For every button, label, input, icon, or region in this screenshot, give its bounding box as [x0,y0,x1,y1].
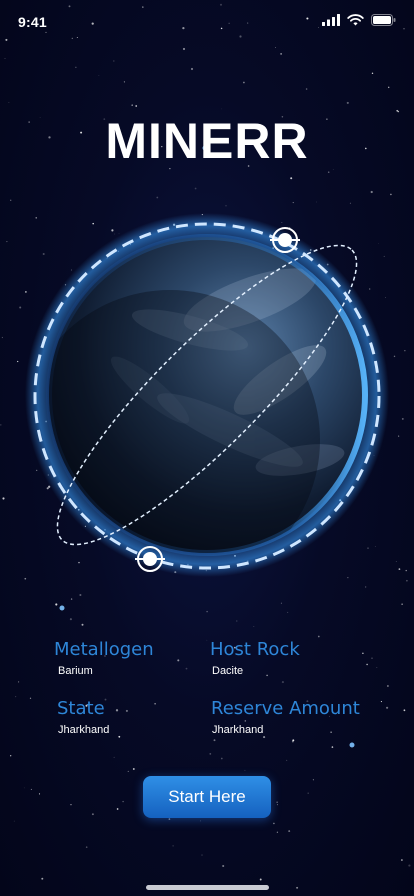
star [30,788,32,790]
star [98,75,100,76]
star [222,864,225,868]
star [122,800,124,803]
star [280,602,282,604]
star [220,757,223,760]
metallogen-value: Barium [58,665,93,677]
star [201,854,203,856]
star [41,877,44,880]
star [370,190,373,194]
star [305,88,308,90]
star [288,830,291,833]
signal-icon [322,13,340,31]
star [69,618,72,621]
star [236,620,238,622]
star [113,756,115,758]
star [287,611,289,613]
star [190,67,194,71]
star [200,820,201,822]
star [401,859,403,861]
star [10,755,12,757]
star [390,193,392,196]
star [276,801,278,803]
splash-screen: 9:41 MINERR Metallogen Barium Host Rock … [0,0,414,896]
battery-icon [371,13,396,31]
star [408,864,411,867]
mineral-info-section: Metallogen Barium Host Rock Dacite State… [0,630,414,750]
star [290,177,293,180]
app-title: MINERR [105,113,309,169]
star [307,792,309,794]
star [113,60,115,62]
state-value: Jharkhand [58,724,110,736]
star [55,603,58,606]
star [296,886,299,889]
star [276,831,279,833]
star [221,108,222,110]
star [168,818,171,820]
star [259,878,262,881]
start-here-button[interactable]: Start Here [143,776,271,818]
star [206,610,208,613]
reserve-amount-label: Reserve Amount [211,698,360,719]
star [91,813,94,816]
star [387,86,390,89]
star [131,104,133,106]
star [38,793,41,795]
star [81,623,84,626]
star [280,53,282,55]
status-time: 9:41 [18,14,47,30]
host-rock-label: Host Rock [210,639,300,660]
star [401,603,403,605]
star [276,804,278,806]
wifi-icon [347,13,364,31]
star [243,81,245,84]
star [275,47,277,49]
metallogen-label: Metallogen [54,639,154,660]
star [132,768,135,770]
star [346,101,349,104]
star [182,47,186,51]
star [327,171,330,173]
status-bar: 9:41 [0,0,414,44]
star [135,105,138,107]
star [23,787,25,789]
planet-illustration [0,200,414,600]
star [127,770,129,772]
star [8,102,10,104]
star [172,845,174,847]
star [371,72,374,75]
star [75,66,77,68]
star [209,753,212,755]
star [4,58,6,59]
star [312,779,314,781]
reserve-amount-value: Jharkhand [212,724,264,736]
star [253,626,255,627]
state-label: State [57,698,105,719]
star [123,81,125,83]
star [156,196,159,199]
star [116,808,119,810]
home-indicator [146,885,269,890]
star [70,804,72,806]
host-rock-value: Dacite [212,665,244,677]
star [273,822,275,825]
star [85,846,88,848]
star [194,187,197,190]
star [244,769,246,771]
star [13,820,15,822]
bright-star [59,605,65,611]
star [286,759,288,761]
